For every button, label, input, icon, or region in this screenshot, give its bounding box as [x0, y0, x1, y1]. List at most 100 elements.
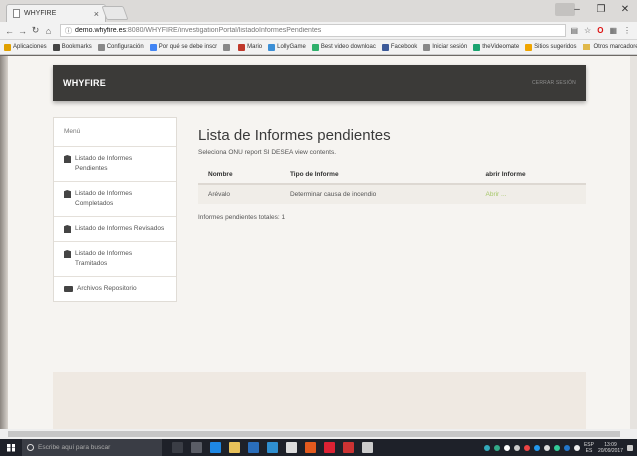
chrome-icon[interactable]	[305, 442, 316, 453]
folder-icon	[582, 44, 590, 50]
tray-icon[interactable]	[503, 444, 510, 451]
tray-icon[interactable]	[543, 444, 550, 451]
table-header-row: Nombre Tipo de Informe abrir Informe	[198, 166, 586, 185]
acrobat-icon[interactable]	[324, 442, 335, 453]
scroll-thumb[interactable]	[8, 431, 620, 437]
tab-title: WHYFIRE	[24, 10, 57, 17]
bookmark-item[interactable]: Best video downloac	[311, 43, 376, 51]
open-report-link[interactable]: Abrir ...	[486, 191, 507, 198]
logout-link[interactable]: CERRAR SESIÓN	[532, 80, 576, 86]
edge-icon[interactable]	[210, 442, 221, 453]
bookmark-item[interactable]: Mario	[238, 43, 263, 51]
star-icon[interactable]: ☆	[584, 26, 591, 35]
bookmark-label: theVideomate	[482, 44, 520, 50]
new-tab-button[interactable]	[101, 6, 129, 20]
translate-icon[interactable]: ▤	[570, 26, 578, 35]
sidebar-item-revisados[interactable]: Listado de Informes Revisados	[54, 217, 176, 242]
cell-abrir: Abrir ...	[475, 184, 586, 204]
taskbar-search[interactable]: Escribe aquí para buscar	[22, 439, 162, 456]
forward-icon[interactable]: →	[17, 26, 28, 36]
bookmark-item[interactable]: Aplicaciones	[4, 43, 47, 51]
sidebar-menu-header: Menú	[54, 118, 176, 147]
photos-icon[interactable]	[267, 442, 278, 453]
volume-icon[interactable]	[573, 444, 580, 451]
bookmark-icon	[381, 43, 389, 51]
tray-icon[interactable]	[483, 444, 490, 451]
bookmark-icon	[223, 43, 231, 51]
bookmark-icon	[52, 43, 60, 51]
sidebar-item-repositorio[interactable]: Archivos Repositorio	[54, 277, 176, 301]
bookmark-item[interactable]: Por qué se debe inscr	[149, 43, 217, 51]
minimize-icon[interactable]: –	[565, 2, 589, 18]
back-icon[interactable]: ←	[4, 26, 15, 36]
mic-icon[interactable]	[172, 442, 183, 453]
sidebar-item-completados[interactable]: Listado de Informes Completados	[54, 182, 176, 217]
brand-logo[interactable]: WHYFIRE	[63, 78, 106, 88]
bookmark-item[interactable]: LollyGame	[268, 43, 306, 51]
close-tab-icon[interactable]: ×	[94, 9, 99, 19]
browser-tab[interactable]: WHYFIRE ×	[6, 4, 106, 22]
extension-icon[interactable]: O	[597, 26, 603, 35]
sidebar-item-label: Archivos Repositorio	[77, 285, 137, 292]
close-window-icon[interactable]: ✕	[613, 2, 637, 18]
document-icon	[64, 225, 71, 233]
sidebar-item-pendientes[interactable]: Listado de Informes Pendientes	[54, 147, 176, 182]
clock[interactable]: 13:09 20/09/2017	[598, 442, 623, 454]
bookmark-item[interactable]: Iniciar sesión	[423, 43, 468, 51]
menu-icon[interactable]: ⋮	[623, 26, 631, 35]
info-icon[interactable]: ⓘ	[65, 26, 72, 36]
bookmark-label: Mario	[247, 44, 263, 50]
bookmark-item[interactable]	[223, 43, 232, 51]
bookmark-icon	[423, 43, 431, 51]
store-icon[interactable]	[248, 442, 259, 453]
bookmark-label: Aplicaciones	[13, 44, 47, 50]
bookmark-item[interactable]: Configuración	[97, 43, 144, 51]
reports-table: Nombre Tipo de Informe abrir Informe Aré…	[198, 166, 586, 204]
bookmark-icon	[311, 43, 319, 51]
address-bar[interactable]: ⓘ demo.whyfire.es:8080/WHYFIRE/investiga…	[60, 24, 567, 37]
sidebar-item-label: Listado de Informes Pendientes	[75, 155, 133, 172]
bookmark-icon	[525, 43, 533, 51]
bookmark-item[interactable]: Sitios sugeridos	[525, 43, 577, 51]
maximize-icon[interactable]: ❐	[589, 2, 613, 18]
other-bookmarks[interactable]: Otros marcadores	[582, 44, 637, 50]
tray-icon[interactable]	[553, 444, 560, 451]
notifications-icon[interactable]	[627, 444, 633, 451]
app-icon[interactable]	[286, 442, 297, 453]
tray-icon[interactable]	[533, 444, 540, 451]
home-icon[interactable]: ⌂	[43, 26, 54, 36]
bookmark-item[interactable]: theVideomate	[473, 43, 520, 51]
sidebar-item-tramitados[interactable]: Listado de Informes Tramitados	[54, 242, 176, 277]
reload-icon[interactable]: ↻	[30, 25, 41, 36]
clock-date: 20/09/2017	[597, 447, 623, 454]
tray-icon[interactable]	[513, 444, 520, 451]
tray-icon[interactable]	[523, 444, 530, 451]
document-icon	[64, 155, 71, 163]
bookmark-label: Iniciar sesión	[432, 44, 468, 50]
bookmark-item[interactable]: Facebook	[381, 43, 417, 51]
page-title: Lista de Informes pendientes	[198, 127, 391, 144]
app-icon-3[interactable]	[362, 442, 373, 453]
file-explorer-icon[interactable]	[229, 442, 240, 453]
url-path: :8080/WHYFIRE/investigationPortal/listad…	[125, 27, 322, 34]
bookmark-icon	[268, 43, 276, 51]
document-icon	[64, 250, 71, 258]
page-icon	[13, 9, 20, 18]
page-left-edge	[0, 56, 8, 429]
horizontal-scrollbar[interactable]	[0, 429, 637, 439]
cortana-icon	[27, 444, 34, 451]
url-host: demo.whyfire.es	[75, 27, 126, 34]
table-row: Arévalo Determinar causa de incendio Abr…	[198, 184, 586, 204]
vertical-scrollbar[interactable]	[630, 56, 637, 429]
tray-icon[interactable]	[563, 444, 570, 451]
lang-sub: ES	[585, 447, 593, 454]
tray-icon[interactable]	[493, 444, 500, 451]
task-view-icon[interactable]	[191, 442, 202, 453]
extension-icon-2[interactable]: ▦	[609, 26, 617, 35]
bookmark-label: Best video downloac	[320, 44, 376, 50]
start-button[interactable]	[0, 439, 22, 456]
bookmark-item[interactable]: Bookmarks	[52, 43, 92, 51]
app-icon-2[interactable]	[343, 442, 354, 453]
pending-totals: Informes pendientes totales: 1	[198, 214, 286, 221]
language-indicator[interactable]: ESP ES	[584, 442, 594, 454]
